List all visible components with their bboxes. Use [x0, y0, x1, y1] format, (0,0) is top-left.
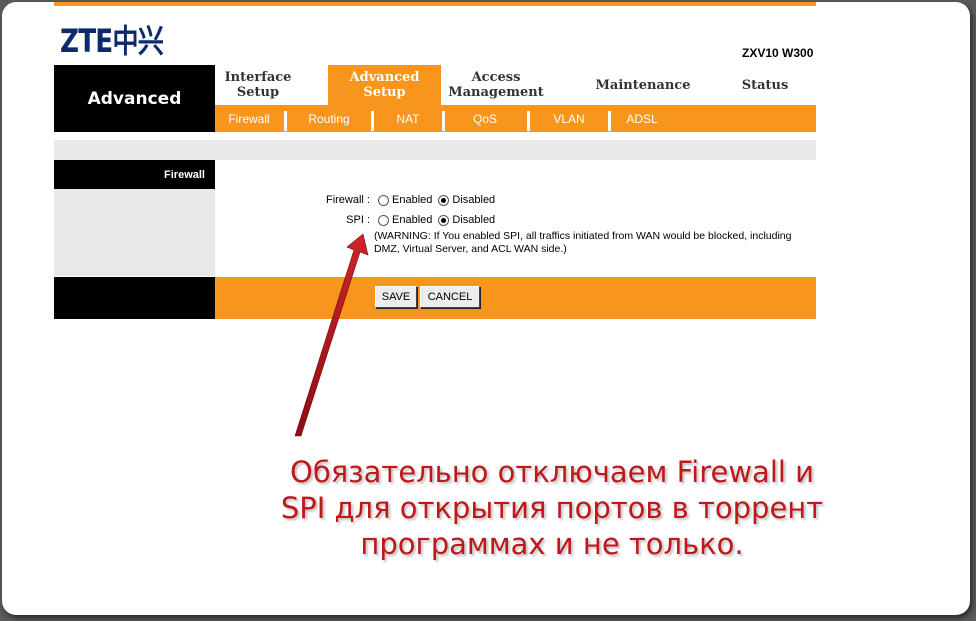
annotation-text: Обязательно отключаем Firewall и SPI для…: [272, 454, 832, 562]
annotation-line: SPI для открытия портов в торрент: [280, 491, 824, 525]
annotation-line: программах и не только.: [360, 527, 744, 561]
router-page: ZTE中兴 ZXV10 W300 Advanced Interface Setu…: [2, 2, 970, 615]
arrow-shape: [294, 233, 369, 437]
annotation-line: Обязательно отключаем Firewall и: [290, 455, 814, 489]
screenshot-frame: ZTE中兴 ZXV10 W300 Advanced Interface Setu…: [2, 2, 970, 615]
